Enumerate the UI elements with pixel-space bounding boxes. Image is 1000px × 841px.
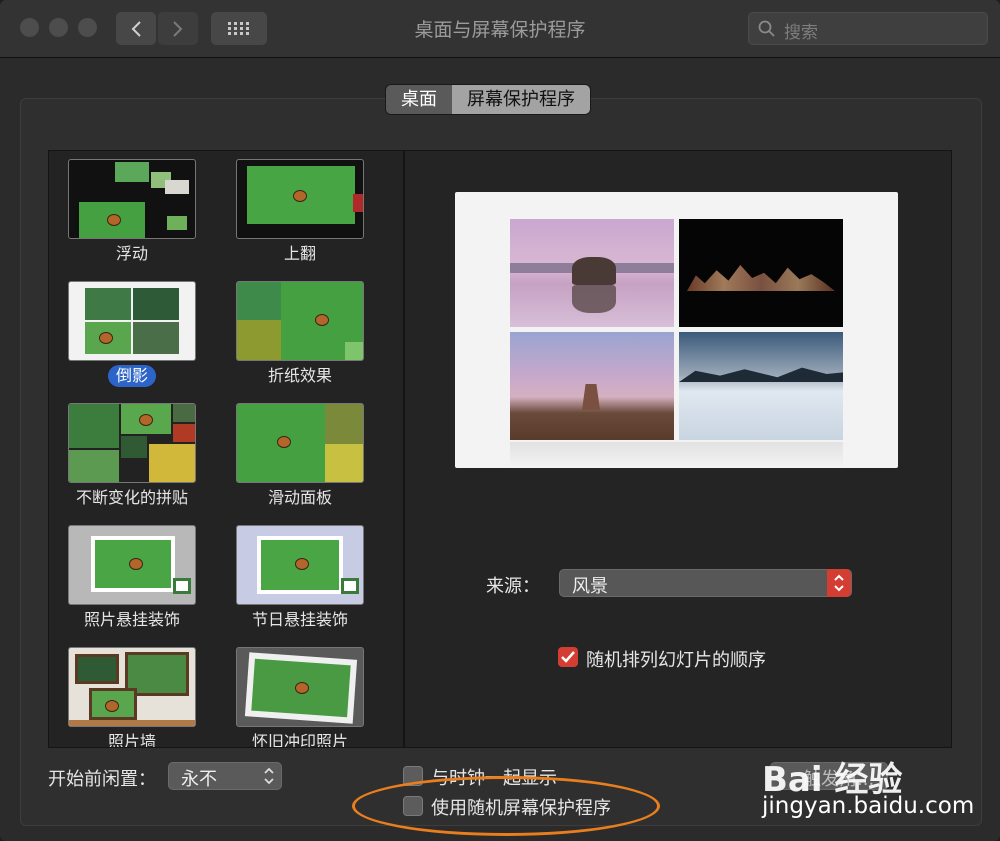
screensaver-thumbnail <box>236 403 364 483</box>
source-value: 风景 <box>572 576 608 597</box>
screensaver-label: 不断变化的拼贴 <box>75 488 188 507</box>
screensaver-list[interactable]: 浮动 上翻 倒影 折纸效果 不断变化的拼贴 滑动面板 照片悬挂装饰 节日悬挂装饰… <box>48 150 404 748</box>
preview-photo <box>679 332 843 440</box>
select-stepper <box>827 569 851 597</box>
title-bar: 桌面与屏幕保护程序 搜索 <box>0 0 1000 58</box>
screensaver-label: 浮动 <box>115 244 148 263</box>
screensaver-thumbnail <box>236 159 364 239</box>
tab-screensaver[interactable]: 屏幕保护程序 <box>452 85 590 114</box>
screensaver-label: 照片悬挂装饰 <box>83 610 180 629</box>
screensaver-thumbnail <box>68 159 196 239</box>
window: 桌面与屏幕保护程序 搜索 桌面 屏幕保护程序 浮动 上翻 倒影 折纸效果 不断变… <box>0 0 1000 841</box>
screensaver-thumbnail <box>68 525 196 605</box>
chevron-up-down-icon <box>264 767 274 785</box>
watermark-url: jingyan.baidu.com <box>762 793 975 819</box>
preview-photo <box>679 219 843 327</box>
idle-label: 开始前闲置： <box>48 769 156 790</box>
tab-desktop[interactable]: 桌面 <box>386 85 452 114</box>
source-select[interactable]: 风景 <box>559 569 852 597</box>
checkmark-icon <box>561 651 575 663</box>
idle-select[interactable]: 永不 <box>168 762 282 790</box>
screensaver-thumbnail <box>236 281 364 361</box>
tab-bar: 桌面 屏幕保护程序 <box>386 85 590 114</box>
screensaver-item-photo-wall[interactable]: 照片墙 <box>49 647 215 748</box>
shuffle-checkbox[interactable] <box>558 647 578 667</box>
screensaver-item-shifting-tiles[interactable]: 不断变化的拼贴 <box>49 403 215 509</box>
screensaver-thumbnail <box>68 403 196 483</box>
screensaver-label: 倒影 <box>107 365 156 387</box>
idle-value: 永不 <box>181 769 217 790</box>
screensaver-item-holiday-mobile[interactable]: 节日悬挂装饰 <box>217 525 383 631</box>
screensaver-item-photo-mobile[interactable]: 照片悬挂装饰 <box>49 525 215 631</box>
preview-screen <box>455 192 898 468</box>
screensaver-thumbnail <box>68 647 196 727</box>
screensaver-thumbnail <box>236 525 364 605</box>
search-field[interactable]: 搜索 <box>748 12 988 45</box>
search-icon <box>758 20 775 37</box>
screensaver-item-sliding-panels[interactable]: 滑动面板 <box>217 403 383 509</box>
preview-photo <box>510 332 674 440</box>
screensaver-item-origami[interactable]: 折纸效果 <box>217 281 383 387</box>
screensaver-item-vintage-prints[interactable]: 怀旧冲印照片 <box>217 647 383 748</box>
screensaver-label: 滑动面板 <box>267 488 332 507</box>
search-placeholder: 搜索 <box>784 23 818 43</box>
screensaver-label: 怀旧冲印照片 <box>251 732 348 748</box>
source-label: 来源： <box>486 576 540 597</box>
screensaver-thumbnail <box>68 281 196 361</box>
shuffle-label: 随机排列幻灯片的顺序 <box>586 650 766 671</box>
screensaver-thumbnail <box>236 647 364 727</box>
screensaver-item-reflections[interactable]: 倒影 <box>49 281 215 387</box>
chevron-up-down-icon <box>834 574 844 592</box>
screensaver-label: 节日悬挂装饰 <box>251 610 348 629</box>
screensaver-item-floating[interactable]: 浮动 <box>49 159 215 265</box>
annotation-ellipse <box>352 776 660 836</box>
screensaver-item-flip-up[interactable]: 上翻 <box>217 159 383 265</box>
preview-photo <box>510 219 674 327</box>
screensaver-label: 上翻 <box>283 244 316 263</box>
screensaver-label: 折纸效果 <box>267 366 332 385</box>
screensaver-label: 照片墙 <box>107 732 156 748</box>
